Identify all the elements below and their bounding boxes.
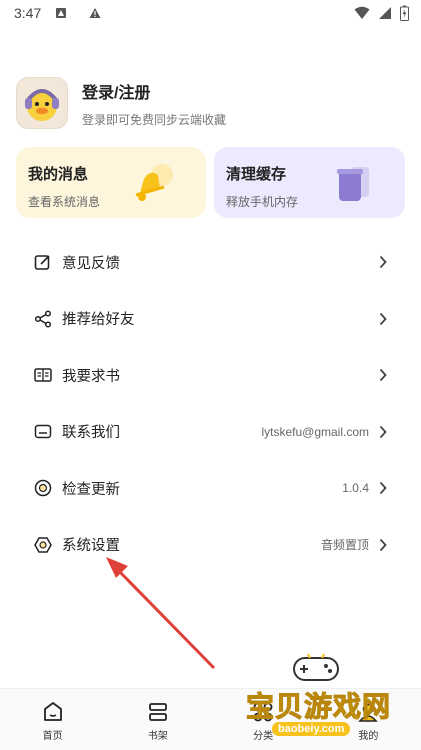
profile-header[interactable]: 登录/注册 登录即可免费同步云端收藏 bbox=[16, 75, 406, 131]
chevron-right-icon bbox=[379, 482, 387, 495]
menu-label: 我要求书 bbox=[62, 368, 120, 385]
settings-value: 音频置顶 bbox=[320, 538, 369, 553]
my-messages-card[interactable]: 我的消息 查看系统消息 bbox=[16, 147, 206, 218]
tab-bookshelf[interactable]: 书架 bbox=[105, 689, 210, 750]
chat-icon bbox=[34, 424, 52, 438]
watermark-text: 宝贝游戏网 bbox=[245, 691, 392, 723]
notification-icon bbox=[56, 8, 67, 18]
clear-cache-card[interactable]: 清理缓存 释放手机内存 bbox=[214, 147, 405, 218]
bell-icon bbox=[135, 164, 173, 201]
settings-menu: 意见反馈 推荐给好友 我要求书 联系我们 lytskefu@gmail.com … bbox=[0, 234, 421, 573]
chevron-right-icon bbox=[379, 425, 387, 438]
chevron-right-icon bbox=[379, 312, 387, 325]
version-value: 1.0.4 bbox=[342, 481, 369, 496]
duck-avatar-icon bbox=[25, 89, 59, 121]
menu-label: 联系我们 bbox=[62, 425, 120, 442]
menu-item-system-settings[interactable]: 系统设置 音频置顶 bbox=[0, 517, 421, 574]
menu-item-contact-us[interactable]: 联系我们 lytskefu@gmail.com bbox=[0, 404, 421, 461]
book-icon bbox=[34, 368, 52, 382]
menu-item-check-update[interactable]: 检查更新 1.0.4 bbox=[0, 460, 421, 517]
status-right bbox=[354, 5, 409, 21]
share-icon bbox=[34, 310, 52, 328]
menu-label: 意见反馈 bbox=[62, 255, 120, 272]
settings-icon bbox=[34, 537, 52, 553]
watermark-url: baobeiy.com bbox=[272, 722, 351, 736]
contact-email: lytskefu@gmail.com bbox=[261, 424, 369, 439]
tab-label: 首页 bbox=[42, 731, 63, 742]
chevron-right-icon bbox=[379, 538, 387, 551]
profile-text: 登录/注册 登录即可免费同步云端收藏 bbox=[82, 79, 226, 128]
menu-item-feedback[interactable]: 意见反馈 bbox=[0, 234, 421, 291]
tab-home[interactable]: 首页 bbox=[0, 689, 105, 750]
chevron-right-icon bbox=[379, 369, 387, 382]
bookshelf-icon bbox=[148, 703, 167, 721]
update-icon bbox=[34, 480, 52, 497]
menu-item-share[interactable]: 推荐给好友 bbox=[0, 291, 421, 348]
avatar[interactable] bbox=[16, 77, 68, 129]
login-title[interactable]: 登录/注册 bbox=[82, 79, 226, 103]
menu-label: 系统设置 bbox=[62, 538, 120, 555]
battery-icon bbox=[400, 5, 409, 21]
watermark: 宝贝游戏网 baobeiy.com bbox=[244, 650, 394, 745]
warning-icon bbox=[89, 8, 101, 18]
chevron-right-icon bbox=[379, 256, 387, 269]
trash-can-icon bbox=[337, 167, 369, 201]
status-bar: 3:47 bbox=[0, 0, 421, 26]
home-icon bbox=[43, 702, 62, 721]
status-time: 3:47 bbox=[14, 5, 42, 21]
edit-icon bbox=[34, 255, 50, 271]
menu-item-request-book[interactable]: 我要求书 bbox=[0, 347, 421, 404]
signal-icon bbox=[379, 7, 391, 19]
wifi-icon bbox=[354, 6, 370, 19]
login-subtitle: 登录即可免费同步云端收藏 bbox=[82, 112, 227, 127]
gamepad-icon bbox=[293, 653, 339, 681]
menu-label: 检查更新 bbox=[62, 481, 120, 498]
tab-label: 书架 bbox=[147, 731, 168, 742]
menu-label: 推荐给好友 bbox=[62, 312, 135, 329]
